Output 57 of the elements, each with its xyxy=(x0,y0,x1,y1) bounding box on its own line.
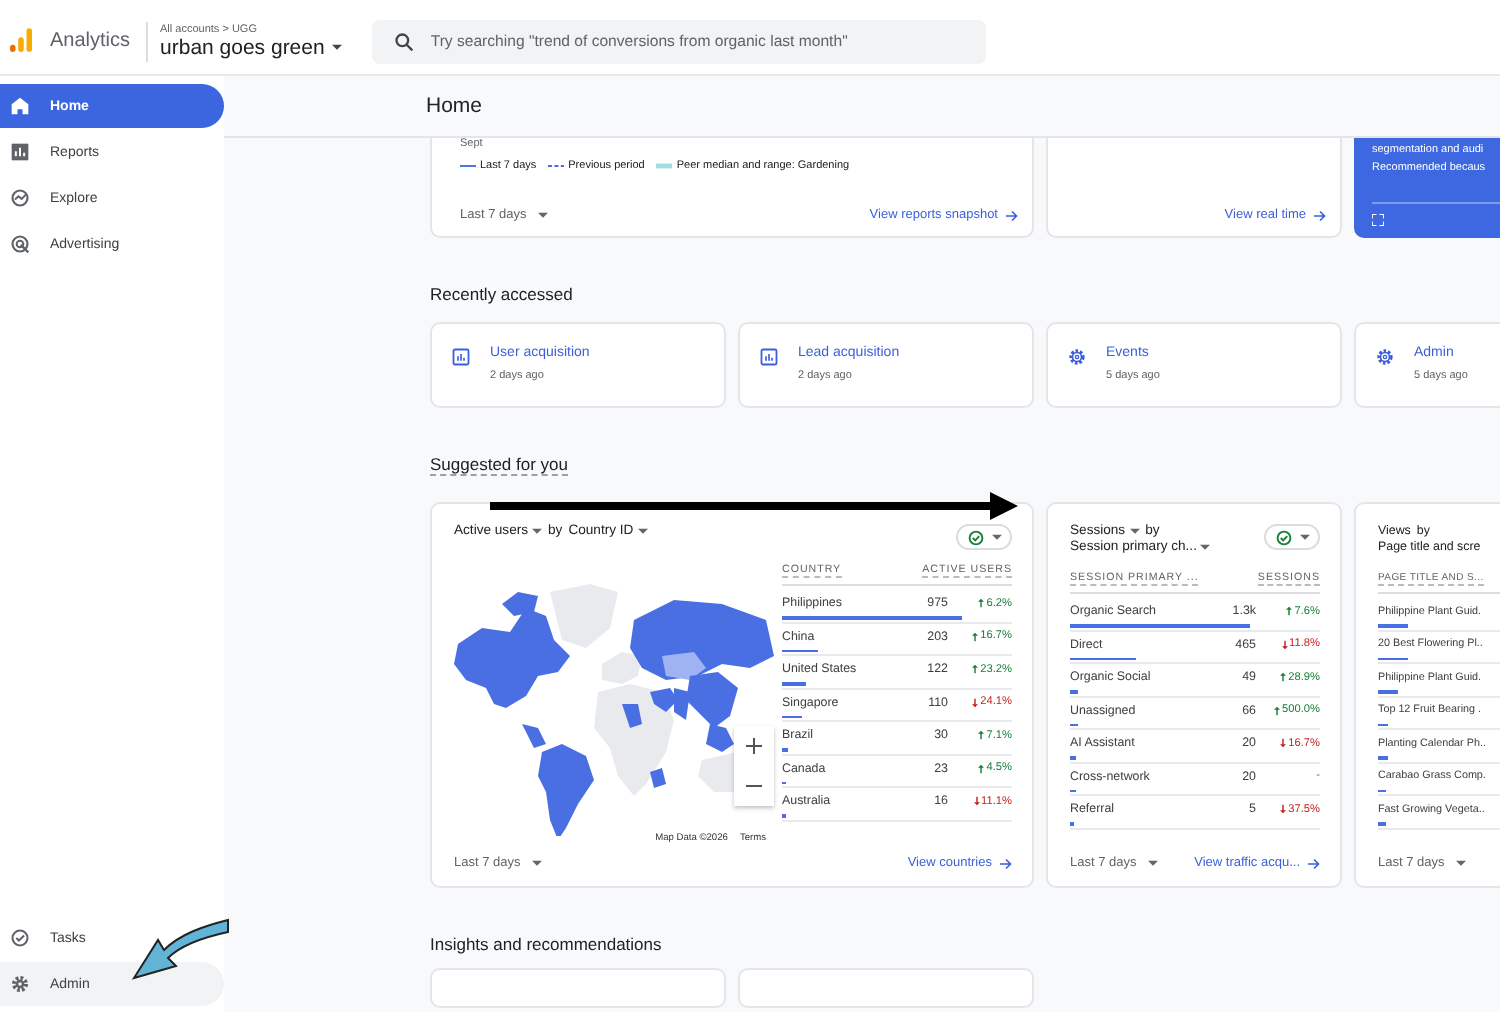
annotation-arrow xyxy=(128,918,232,982)
property-selector[interactable]: urban goes green xyxy=(160,35,343,59)
legend-swatch-icon xyxy=(460,162,476,170)
status-dropdown[interactable] xyxy=(956,524,1012,550)
expand-icon[interactable] xyxy=(1372,214,1384,226)
bar-chart-icon xyxy=(760,348,778,366)
home-icon xyxy=(10,96,30,116)
legend-swatch-icon xyxy=(656,162,673,170)
analytics-logo-icon xyxy=(10,28,32,54)
caret-icon xyxy=(1456,859,1467,867)
down-arrow-icon xyxy=(972,697,979,707)
up-arrow-icon xyxy=(972,631,979,641)
up-arrow-icon xyxy=(978,730,985,740)
down-arrow-icon xyxy=(1280,738,1287,748)
legend-swatch-icon xyxy=(548,162,565,170)
caret-icon xyxy=(1200,543,1211,551)
caret-icon xyxy=(1129,527,1140,535)
down-arrow-icon xyxy=(1280,804,1287,814)
up-arrow-icon xyxy=(1274,705,1281,715)
status-dropdown[interactable] xyxy=(1264,524,1320,550)
search-icon xyxy=(394,31,415,51)
caret-icon xyxy=(637,527,648,535)
check-circle-icon xyxy=(1275,529,1291,545)
check-circle-icon xyxy=(10,928,30,948)
up-arrow-icon xyxy=(978,598,985,608)
settings-icon xyxy=(1376,348,1394,366)
settings-icon xyxy=(10,974,30,994)
arrow-right-icon xyxy=(1000,857,1012,869)
caret-icon xyxy=(991,533,1001,541)
up-arrow-icon xyxy=(1286,606,1293,616)
up-arrow-icon xyxy=(972,664,979,674)
up-arrow-icon xyxy=(1280,672,1287,682)
check-circle-icon xyxy=(967,529,983,545)
settings-icon xyxy=(1068,348,1086,366)
arrow-right-icon xyxy=(1006,209,1018,221)
arrow-right-icon xyxy=(1314,209,1326,221)
chart-circle-icon xyxy=(10,188,30,208)
page-title: Home xyxy=(426,94,483,118)
arrow-right-icon xyxy=(1308,857,1320,869)
caret-icon xyxy=(532,527,543,535)
bar-chart-icon xyxy=(10,142,30,162)
caret-icon xyxy=(538,211,549,219)
section-heading: Recently accessed xyxy=(430,284,573,304)
up-arrow-icon xyxy=(978,763,985,773)
caret-icon xyxy=(332,43,343,51)
caret-icon xyxy=(532,859,543,867)
product-name: Analytics xyxy=(50,30,131,52)
down-arrow-icon xyxy=(1281,639,1288,649)
down-arrow-icon xyxy=(973,796,980,806)
zoom-in-button[interactable] xyxy=(734,726,774,766)
caret-icon xyxy=(1299,533,1309,541)
bar-chart-icon xyxy=(452,348,470,366)
target-icon xyxy=(10,234,30,254)
caret-icon xyxy=(1148,859,1159,867)
section-heading: Insights and recommendations xyxy=(430,934,662,954)
section-heading: Suggested for you xyxy=(430,454,568,476)
plus-icon xyxy=(746,738,762,754)
